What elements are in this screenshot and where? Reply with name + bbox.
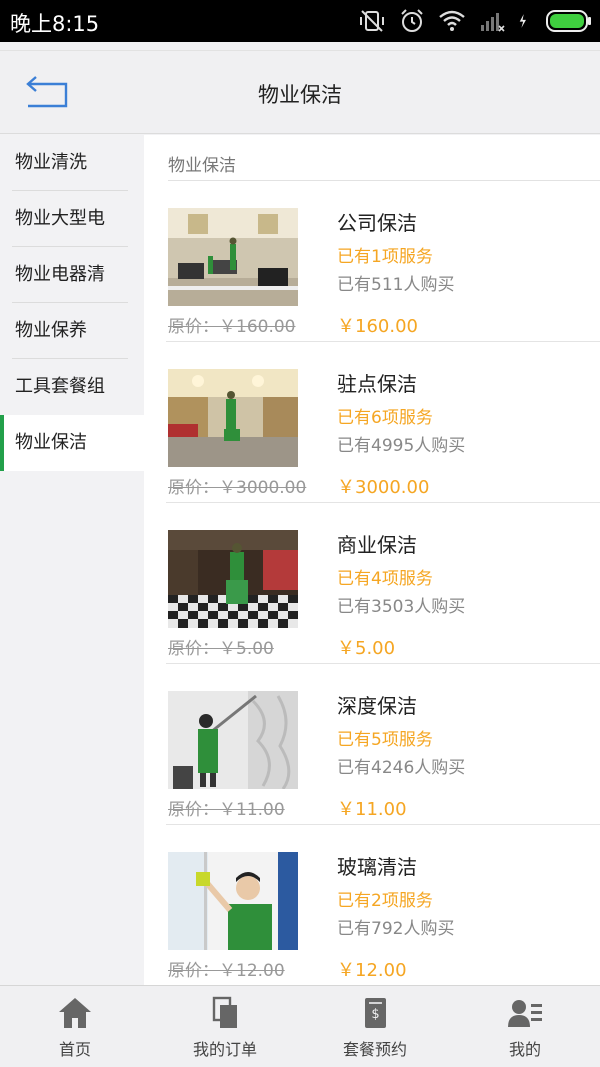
office-photo bbox=[168, 208, 298, 306]
buyer-count: 已有4995人购买 bbox=[337, 436, 466, 456]
glass-clean-photo bbox=[168, 852, 298, 950]
original-price: 原价：￥12.00 bbox=[168, 961, 285, 981]
section-title: 物业保洁 bbox=[168, 156, 236, 176]
sidebar-item-appliance-cleaning[interactable]: 物业电器清 bbox=[0, 247, 144, 303]
mute-vibrate-icon bbox=[360, 10, 384, 32]
product-name: 公司保洁 bbox=[337, 211, 417, 235]
profile-icon bbox=[508, 1000, 542, 1027]
product-card[interactable]: 公司保洁 已有1项服务 已有511人购买 原价：￥160.00 ￥160.00 bbox=[144, 181, 600, 342]
sidebar-item-label: 物业保洁 bbox=[15, 432, 87, 453]
tab-booking[interactable]: $ 套餐预约 bbox=[300, 986, 450, 1067]
svg-text:$: $ bbox=[371, 1007, 379, 1022]
deep-clean-photo bbox=[168, 691, 298, 789]
product-card[interactable]: 玻璃清洁 已有2项服务 已有792人购买 原价：￥12.00 ￥12.00 bbox=[144, 825, 600, 985]
service-count: 已有5项服务 bbox=[337, 730, 433, 750]
sidebar-item-maintenance[interactable]: 物业保养 bbox=[0, 303, 144, 359]
product-image bbox=[168, 852, 298, 950]
service-count: 已有2项服务 bbox=[337, 891, 433, 911]
tab-profile[interactable]: 我的 bbox=[450, 986, 600, 1067]
current-price: ￥160.00 bbox=[337, 316, 418, 337]
battery-icon bbox=[546, 10, 591, 32]
restaurant-photo bbox=[168, 530, 298, 628]
original-price: 原价：￥3000.00 bbox=[168, 478, 307, 498]
product-card[interactable]: 商业保洁 已有4项服务 已有3503人购买 原价：￥5.00 ￥5.00 bbox=[144, 503, 600, 664]
original-price: 原价：￥160.00 bbox=[168, 317, 296, 337]
current-price: ￥11.00 bbox=[337, 799, 407, 820]
status-bar: 晚上8:15 bbox=[0, 0, 600, 42]
tab-label: 我的 bbox=[508, 1040, 541, 1059]
product-name: 深度保洁 bbox=[337, 694, 417, 718]
service-count: 已有6项服务 bbox=[337, 408, 433, 428]
sidebar-item-label: 工具套餐组 bbox=[15, 376, 105, 397]
product-list: 公司保洁 已有1项服务 已有511人购买 原价：￥160.00 ￥160.00 bbox=[144, 181, 600, 985]
home-icon bbox=[59, 998, 91, 1028]
current-price: ￥12.00 bbox=[337, 960, 407, 981]
tab-label: 首页 bbox=[58, 1040, 91, 1059]
status-time: 晚上8:15 bbox=[10, 12, 100, 36]
product-image bbox=[168, 530, 298, 628]
sidebar-item-label: 物业大型电 bbox=[15, 208, 105, 229]
buyer-count: 已有511人购买 bbox=[337, 275, 455, 295]
original-price: 原价：￥5.00 bbox=[168, 639, 274, 659]
charging-icon bbox=[519, 14, 526, 28]
product-name: 驻点保洁 bbox=[337, 372, 417, 396]
product-image bbox=[168, 369, 298, 467]
buyer-count: 已有792人购买 bbox=[337, 919, 455, 939]
original-price: 原价：￥11.00 bbox=[168, 800, 285, 820]
service-count: 已有4项服务 bbox=[337, 569, 433, 589]
booking-icon: $ bbox=[365, 998, 386, 1028]
tab-label: 套餐预约 bbox=[342, 1040, 407, 1059]
wifi-icon bbox=[439, 10, 465, 31]
app-header: 物业保洁 bbox=[0, 50, 600, 134]
sidebar-item-cleaning[interactable]: 物业保洁 bbox=[0, 415, 144, 471]
buyer-count: 已有3503人购买 bbox=[337, 597, 466, 617]
sidebar-item-label: 物业保养 bbox=[15, 320, 87, 341]
lobby-photo bbox=[168, 369, 298, 467]
service-count: 已有1项服务 bbox=[337, 247, 433, 267]
signal-icon bbox=[481, 13, 505, 32]
sidebar-item-wash[interactable]: 物业清洗 bbox=[0, 135, 144, 191]
product-image bbox=[168, 691, 298, 789]
alarm-icon bbox=[401, 9, 423, 32]
tab-label: 我的订单 bbox=[192, 1040, 257, 1059]
current-price: ￥5.00 bbox=[337, 638, 396, 659]
tab-home[interactable]: 首页 bbox=[0, 986, 150, 1067]
product-name: 商业保洁 bbox=[337, 533, 417, 557]
sidebar-item-label: 物业清洗 bbox=[15, 152, 87, 173]
sidebar-item-large-appliance[interactable]: 物业大型电 bbox=[0, 191, 144, 247]
status-icons bbox=[358, 7, 592, 35]
orders-icon bbox=[212, 996, 237, 1028]
page-title: 物业保洁 bbox=[258, 83, 342, 107]
product-image bbox=[168, 208, 298, 306]
sidebar-item-label: 物业电器清 bbox=[15, 264, 105, 285]
product-name: 玻璃清洁 bbox=[337, 855, 417, 879]
current-price: ￥3000.00 bbox=[337, 477, 430, 498]
product-card[interactable]: 驻点保洁 已有6项服务 已有4995人购买 原价：￥3000.00 ￥3000.… bbox=[144, 342, 600, 503]
product-card[interactable]: 深度保洁 已有5项服务 已有4246人购买 原价：￥11.00 ￥11.00 bbox=[144, 664, 600, 825]
tab-orders[interactable]: 我的订单 bbox=[150, 986, 300, 1067]
product-panel: 物业保洁 公司保洁 已有1项服务 已有511人购买 原价：￥160.00 ￥16… bbox=[144, 135, 600, 985]
buyer-count: 已有4246人购买 bbox=[337, 758, 466, 778]
category-sidebar: 物业清洗 物业大型电 物业电器清 物业保养 工具套餐组 物业保洁 bbox=[0, 135, 144, 985]
sidebar-item-tool-packages[interactable]: 工具套餐组 bbox=[0, 359, 144, 415]
bottom-nav: 首页 我的订单 $ 套餐预约 我的 bbox=[0, 985, 600, 1067]
